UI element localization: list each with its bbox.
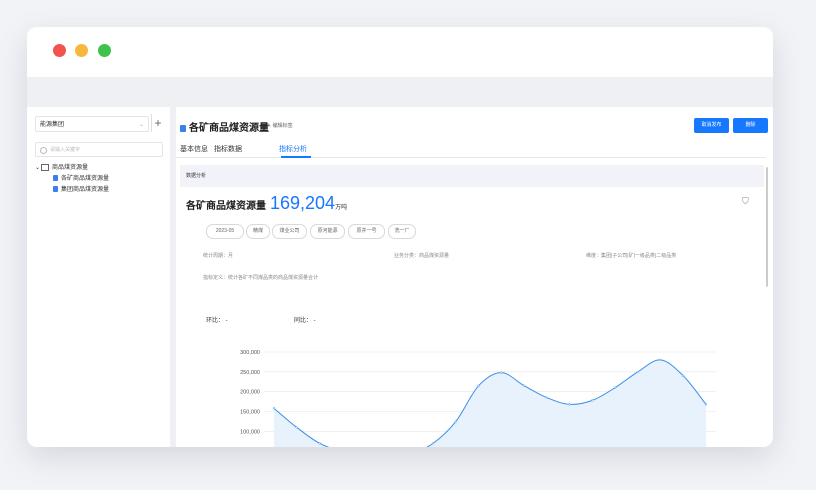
- data-point: [295, 426, 298, 429]
- app-canvas: 能源集团 ⌄ + 请输入关键字 ⌄ 商品煤资源量 各矿商品煤资源量 集团商品煤资…: [27, 77, 773, 447]
- metric-definition: 指标定义：统计各矿不同煤品类的商品煤资源量合计: [203, 275, 319, 281]
- mom-ratio: 环比： -: [206, 318, 228, 324]
- unpublish-button[interactable]: 取消发布: [694, 118, 729, 133]
- tree-item-label: 集团商品煤资源量: [61, 187, 110, 193]
- chip[interactable]: 洗一厂: [388, 224, 416, 239]
- app-window: 能源集团 ⌄ + 请输入关键字 ⌄ 商品煤资源量 各矿商品煤资源量 集团商品煤资…: [27, 27, 773, 447]
- y-tick-label: 250,000: [240, 370, 260, 376]
- page-title: 各矿商品煤资源量: [180, 119, 269, 134]
- minimize-window-button[interactable]: [75, 44, 88, 57]
- data-point: [613, 386, 617, 389]
- section-title: 数据分析: [180, 165, 764, 187]
- biz-category: 业务分类：商品煤资源量: [394, 253, 450, 259]
- data-point: [636, 370, 639, 373]
- folder-icon: [41, 163, 49, 171]
- maximize-window-button[interactable]: [98, 44, 111, 57]
- metric-icon: [180, 124, 186, 132]
- metric-value: 169,204: [270, 193, 336, 213]
- tree-folder[interactable]: ⌄ 商品煤资源量: [35, 163, 109, 174]
- y-tick-label: 200,000: [240, 390, 260, 396]
- window-titlebar: [27, 27, 773, 77]
- main-panel: 各矿商品煤资源量 ✎ 编辑标签 取消发布 删除 基本信息 指标数据 指标分析 数…: [176, 107, 773, 447]
- dimension-info: 维度：集团|子公司|矿|一级品类|二级品类: [586, 253, 677, 259]
- scrollbar[interactable]: [766, 167, 768, 287]
- chevron-down-icon: ⌄: [35, 165, 41, 171]
- close-window-button[interactable]: [53, 44, 66, 57]
- edit-tag-link[interactable]: ✎ 编辑标签: [267, 122, 293, 129]
- metric-icon: [53, 186, 58, 193]
- y-tick-label: 100,000: [240, 429, 260, 435]
- search-placeholder: 请输入关键字: [50, 147, 81, 153]
- tab-metric-analysis[interactable]: 指标分析: [279, 144, 307, 154]
- data-point: [568, 403, 571, 406]
- chip[interactable]: 2023-05: [206, 224, 244, 239]
- search-input[interactable]: 请输入关键字: [35, 142, 163, 157]
- sidebar: 能源集团 ⌄ + 请输入关键字 ⌄ 商品煤资源量 各矿商品煤资源量 集团商品煤资…: [27, 107, 170, 447]
- tab-basic-info[interactable]: 基本信息: [180, 144, 208, 154]
- tab-divider: [176, 157, 766, 158]
- chevron-down-icon: ⌄: [138, 122, 144, 128]
- metric-name: 各矿商品煤资源量: [186, 201, 266, 212]
- series-area: [274, 359, 706, 447]
- tree-folder-label: 商品煤资源量: [52, 165, 89, 171]
- chip[interactable]: 煤业公司: [272, 224, 307, 239]
- active-tab-indicator: [281, 156, 311, 158]
- page-title-text: 各矿商品煤资源量: [189, 123, 269, 134]
- metric-tree: ⌄ 商品煤资源量 各矿商品煤资源量 集团商品煤资源量: [35, 163, 109, 196]
- stat-period: 统计周期：月: [203, 253, 234, 259]
- edit-tag-label: 编辑标签: [272, 123, 293, 129]
- org-select-value: 能源集团: [40, 122, 65, 128]
- data-point: [545, 396, 548, 399]
- org-select[interactable]: 能源集团 ⌄: [35, 116, 149, 132]
- chip[interactable]: 精煤: [246, 224, 270, 239]
- metric-summary: 各矿商品煤资源量 169,204万吨: [186, 193, 347, 214]
- filter-icon[interactable]: ⛉: [742, 196, 749, 207]
- y-tick-label: 150,000: [240, 410, 260, 416]
- metric-icon: [53, 175, 58, 182]
- data-point: [272, 407, 276, 410]
- chip[interactable]: 原井一号: [348, 224, 385, 239]
- data-point: [591, 399, 594, 402]
- delete-button[interactable]: 删除: [733, 118, 768, 133]
- data-point: [318, 442, 321, 445]
- yoy-ratio: 同比： -: [294, 318, 316, 324]
- tree-item[interactable]: 各矿商品煤资源量: [35, 174, 109, 185]
- chip[interactable]: 原河能源: [310, 224, 345, 239]
- metric-unit: 万吨: [335, 205, 348, 211]
- data-point: [522, 384, 526, 387]
- data-point: [704, 403, 708, 406]
- tree-item-label: 各矿商品煤资源量: [61, 176, 110, 182]
- trend-chart: 300,000250,000200,000150,000100,00050,00…: [240, 350, 716, 447]
- data-point: [454, 420, 458, 423]
- data-point: [682, 374, 685, 377]
- tree-item[interactable]: 集团商品煤资源量: [35, 185, 109, 196]
- y-tick-label: 300,000: [240, 350, 260, 356]
- data-point: [500, 371, 503, 374]
- search-icon: [40, 147, 47, 154]
- tab-metric-data[interactable]: 指标数据: [214, 144, 242, 154]
- data-point: [659, 358, 662, 362]
- data-point: [477, 384, 480, 387]
- data-point: [432, 442, 435, 445]
- add-button[interactable]: +: [151, 114, 164, 132]
